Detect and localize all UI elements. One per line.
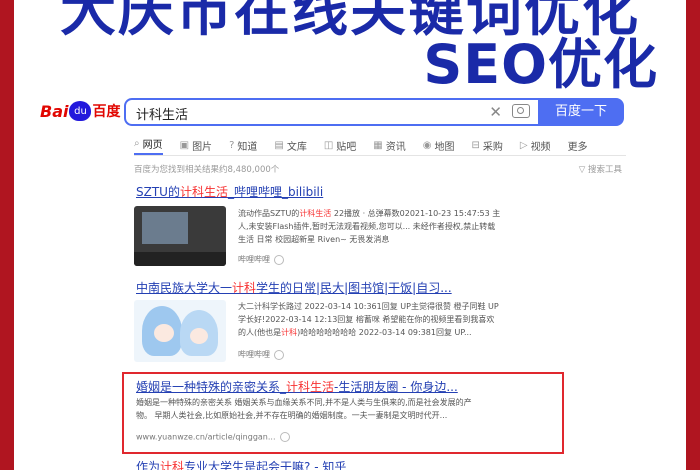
snippet-text: 大二计科学长路过 2022-03-14 10:361回复 UP主觉得很赞 橙子同…: [238, 302, 499, 311]
info-icon: [274, 349, 284, 360]
tab-video[interactable]: ▷ 视频: [520, 136, 551, 155]
logo-bai: Bai: [40, 101, 69, 121]
tab-label: 采购: [482, 142, 503, 153]
result-source-3[interactable]: www.yuanwze.cn/article/qinggan...: [136, 432, 290, 442]
tab-news[interactable]: ▦ 资讯: [373, 136, 405, 155]
map-icon: ◉: [422, 140, 432, 151]
thumb-face: [190, 328, 208, 344]
image-icon: ▣: [179, 140, 190, 151]
tab-zhidao[interactable]: ? 知道: [229, 136, 257, 155]
result-source-1[interactable]: 哔哩哔哩: [238, 254, 284, 265]
camera-icon[interactable]: [512, 104, 530, 118]
snippet-text: 22播放 · 总弹幕数02021-10-23 15:47:53 主: [331, 209, 501, 218]
tab-label: 知道: [237, 142, 258, 153]
title-highlight: 计科生活: [179, 185, 228, 199]
tab-tieba[interactable]: ◫ 贴吧: [324, 136, 356, 155]
result-thumbnail-1[interactable]: [134, 206, 226, 266]
paw-icon: du: [69, 101, 92, 121]
snippet-text: 生活 日常 校园超新星 Riven~ 无畏发消息: [238, 235, 390, 244]
tab-more[interactable]: 更多: [568, 136, 588, 155]
tab-label: 网页: [142, 140, 163, 151]
tab-label: 贴吧: [336, 142, 357, 153]
search-tools-label: 搜索工具: [587, 165, 622, 175]
result-snippet-2: 大二计科学长路过 2022-03-14 10:361回复 UP主觉得很赞 橙子同…: [238, 300, 558, 339]
tab-label: 图片: [192, 142, 213, 153]
chat-icon: ◫: [323, 140, 334, 151]
snippet-highlight: 计科生活: [299, 209, 332, 218]
thumb-face: [154, 324, 174, 342]
thumb-desk: [134, 252, 226, 266]
info-icon: [279, 432, 290, 442]
result-title-2[interactable]: 中南民族大学大一计科学生的日常|民大|图书馆|干饭|自习...: [136, 279, 452, 296]
tab-label: 地图: [434, 142, 455, 153]
headline-title: SEO优化: [423, 33, 658, 96]
snippet-text: 人,未安装Flash插件,暂时无法观看视频,您可以... 未经作者授权,禁止转载: [238, 222, 496, 231]
result-title-4[interactable]: 作为计科专业大学生是起会干嘛? - 知乎: [136, 458, 346, 470]
result-title-1[interactable]: SZTU的计科生活_哔哩哔哩_bilibili: [136, 183, 323, 200]
poster-frame: 大庆市在线关键词优化 SEO优化 Bai du 百度 计科生活 ✕ 百度一下 ⌕…: [14, 0, 686, 470]
baidu-logo[interactable]: Bai du 百度: [40, 101, 120, 121]
tab-wenku[interactable]: ▤ 文库: [274, 136, 306, 155]
title-text: 学生的日常|民大|图书馆|干饭|自习...: [256, 281, 452, 295]
cart-icon: ⊟: [471, 140, 480, 151]
result-count: 百度为您找到相关结果约8,480,000个: [134, 165, 280, 175]
tab-divider: [134, 155, 626, 156]
tab-label: 资讯: [385, 142, 406, 153]
result-snippet-3: 婚姻是一种特殊的亲密关系 婚姻关系与血缘关系不同,并不是人类与生俱来的,而是社会…: [136, 396, 556, 422]
snippet-text: 婚姻是一种特殊的亲密关系 婚姻关系与血缘关系不同,并不是人类与生俱来的,而是社会…: [136, 398, 472, 407]
snippet-text: 流动作品SZTU的: [238, 209, 300, 218]
result-snippet-1: 流动作品SZTU的计科生活 22播放 · 总弹幕数02021-10-23 15:…: [238, 207, 558, 246]
search-input[interactable]: 计科生活: [136, 104, 188, 123]
info-icon: [274, 254, 284, 265]
tab-label: 视频: [530, 142, 551, 153]
news-icon: ▦: [373, 140, 383, 151]
search-tools-link[interactable]: ▽ 搜索工具: [579, 163, 622, 175]
title-highlight: 计科生活: [286, 380, 335, 394]
snippet-text: 物。 早期人类社会,比如原始社会,并不存在明确的婚姻制度。一夫一妻制是文明时代开…: [136, 411, 448, 420]
video-icon: ▷: [519, 140, 528, 151]
snippet-text: )哈哈哈哈哈哈哈 2022-03-14 09:381回复 UP...: [297, 328, 472, 337]
title-text: 作为: [136, 460, 161, 470]
search-icon: ⌕: [134, 138, 140, 149]
question-icon: ?: [229, 140, 235, 151]
search-box[interactable]: 计科生活 ✕: [124, 98, 538, 126]
filter-icon: ▽: [578, 165, 588, 175]
tab-purchase[interactable]: ⊟ 采购: [471, 136, 502, 155]
tab-web[interactable]: ⌕ 网页: [134, 136, 163, 155]
snippet-highlight: 计科: [281, 328, 298, 337]
search-button[interactable]: 百度一下: [538, 98, 624, 126]
doc-icon: ▤: [274, 140, 284, 151]
source-text: 哔哩哔哩: [238, 255, 270, 264]
title-text: 专业大学生是起会干嘛? - 知乎: [184, 460, 347, 470]
title-text: 婚姻是一种特殊的亲密关系_: [136, 380, 287, 394]
close-icon[interactable]: ✕: [489, 103, 502, 121]
title-highlight: 计科: [232, 281, 257, 295]
title-text: 中南民族大学大一: [136, 281, 233, 295]
result-title-3[interactable]: 婚姻是一种特殊的亲密关系_计科生活-生活朋友圈 - 你身边...: [136, 378, 458, 395]
title-text: _哔哩哔哩_bilibili: [227, 185, 324, 199]
result-thumbnail-2[interactable]: [134, 300, 226, 362]
source-text: 哔哩哔哩: [238, 350, 270, 359]
tab-map[interactable]: ◉ 地图: [423, 136, 455, 155]
search-tabs: ⌕ 网页 ▣ 图片 ? 知道 ▤ 文库 ◫ 贴吧 ▦ 资讯 ◉ 地图 ⊟ 采购 ▷ 视频 更多: [134, 136, 588, 155]
title-text: SZTU的: [136, 185, 180, 199]
logo-cn: 百度: [92, 104, 121, 120]
title-highlight: 计科: [160, 460, 185, 470]
tab-label: 更多: [567, 142, 588, 153]
title-text: -生活朋友圈 - 你身边...: [334, 380, 458, 394]
tab-label: 文库: [286, 142, 307, 153]
snippet-text: 的人(他也是: [238, 328, 282, 337]
tab-images[interactable]: ▣ 图片: [180, 136, 212, 155]
thumb-screen: [142, 212, 188, 244]
snippet-text: 学长好!2022-03-14 12:13回复 榕蓄咪 希望能在你的视频里看到我喜…: [238, 315, 495, 324]
source-text: www.yuanwze.cn/article/qinggan...: [136, 432, 276, 442]
result-source-2[interactable]: 哔哩哔哩: [238, 349, 284, 360]
